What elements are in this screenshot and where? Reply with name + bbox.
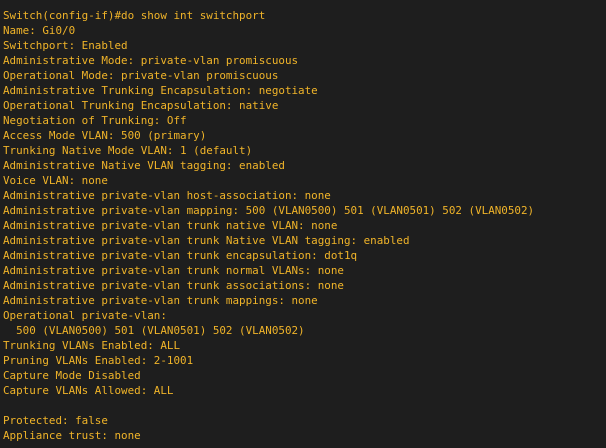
output-line: Operational Trunking Encapsulation: nati… bbox=[3, 99, 279, 112]
output-line: Trunking Native Mode VLAN: 1 (default) bbox=[3, 144, 253, 157]
output-line: Negotiation of Trunking: Off bbox=[3, 114, 187, 127]
output-line: Switchport: Enabled bbox=[3, 39, 128, 52]
output-line: Voice VLAN: none bbox=[3, 174, 108, 187]
output-line: Administrative private-vlan trunk normal… bbox=[3, 264, 344, 277]
output-line: Appliance trust: none bbox=[3, 429, 141, 442]
output-line: Protected: false bbox=[3, 414, 108, 427]
output-line: Operational private-vlan: bbox=[3, 309, 167, 322]
output-line: 500 (VLAN0500) 501 (VLAN0501) 502 (VLAN0… bbox=[3, 324, 305, 337]
output-line: Administrative private-vlan host-associa… bbox=[3, 189, 331, 202]
output-line: Administrative Native VLAN tagging: enab… bbox=[3, 159, 285, 172]
output-line: Trunking VLANs Enabled: ALL bbox=[3, 339, 181, 352]
output-line: Administrative private-vlan trunk native… bbox=[3, 219, 338, 232]
output-line: Access Mode VLAN: 500 (primary) bbox=[3, 129, 207, 142]
output-line: Administrative private-vlan trunk associ… bbox=[3, 279, 344, 292]
output-line: Capture VLANs Allowed: ALL bbox=[3, 384, 174, 397]
output-line: Operational Mode: private-vlan promiscuo… bbox=[3, 69, 279, 82]
output-line: Administrative private-vlan trunk mappin… bbox=[3, 294, 318, 307]
output-line: Capture Mode Disabled bbox=[3, 369, 141, 382]
output-line: Administrative private-vlan trunk encaps… bbox=[3, 249, 358, 262]
output-line: Administrative Trunking Encapsulation: n… bbox=[3, 84, 318, 97]
output-line: Administrative private-vlan trunk Native… bbox=[3, 234, 410, 247]
output-line: Administrative Mode: private-vlan promis… bbox=[3, 54, 299, 67]
command-prompt-line: Switch(config-if)#do show int switchport bbox=[3, 9, 266, 22]
terminal-output[interactable]: Switch(config-if)#do show int switchport… bbox=[0, 0, 606, 448]
output-line: Name: Gi0/0 bbox=[3, 24, 76, 37]
output-line: Pruning VLANs Enabled: 2-1001 bbox=[3, 354, 194, 367]
output-line: Administrative private-vlan mapping: 500… bbox=[3, 204, 535, 217]
